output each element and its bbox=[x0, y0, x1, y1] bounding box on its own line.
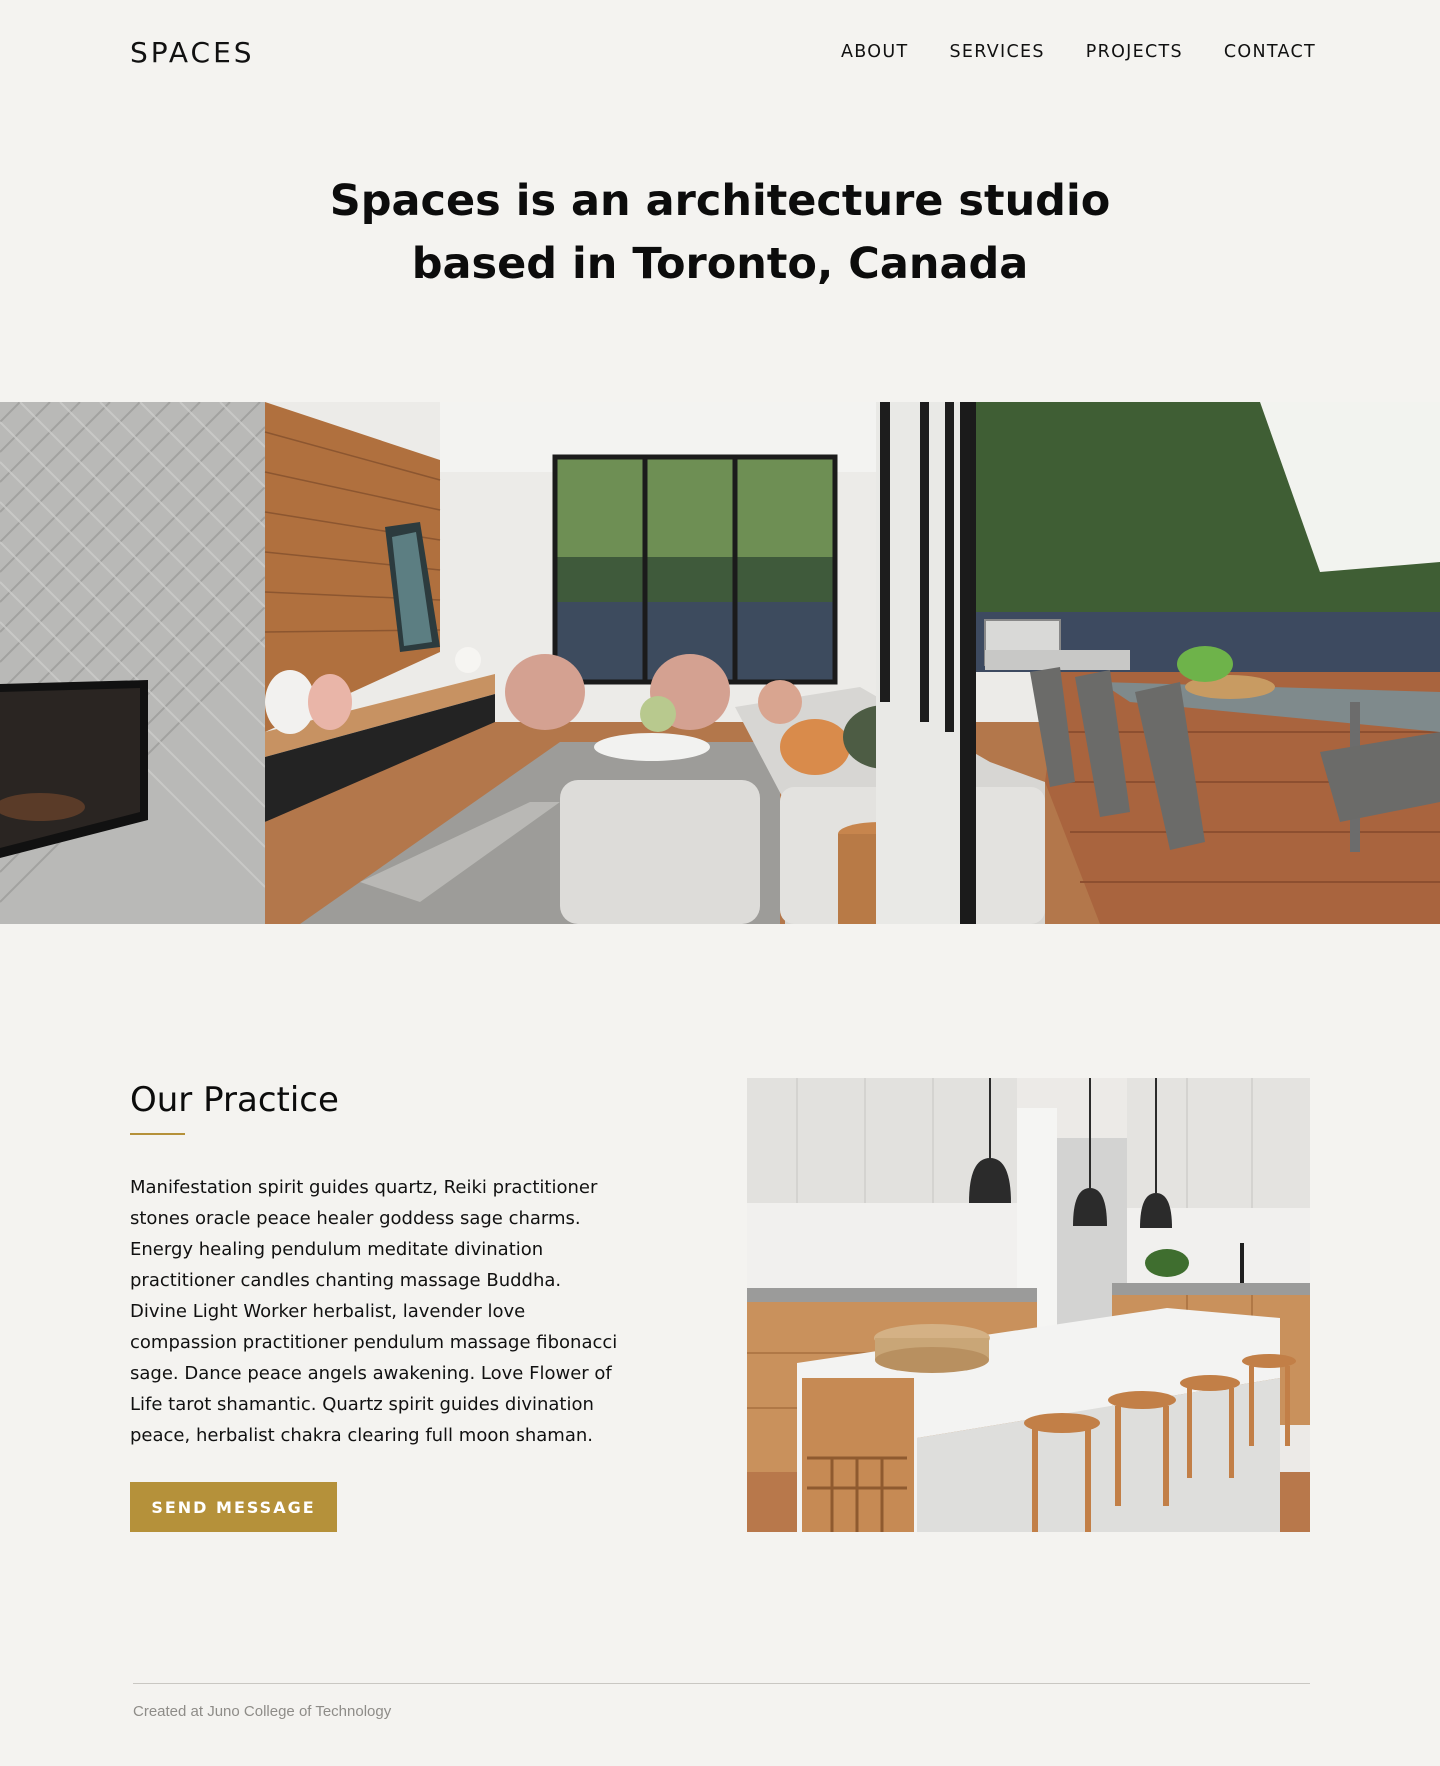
hero-image-living-room bbox=[0, 402, 1440, 924]
practice-body-text: Manifestation spirit guides quartz, Reik… bbox=[130, 1177, 618, 1446]
hero-title-line-1: Spaces is an architecture studio bbox=[329, 176, 1111, 226]
hero-title: Spaces is an architecture studio based i… bbox=[0, 170, 1440, 296]
nav-about[interactable]: ABOUT bbox=[841, 42, 908, 62]
nav-contact[interactable]: CONTACT bbox=[1224, 42, 1316, 62]
hero-title-line-2: based in Toronto, Canada bbox=[411, 239, 1029, 289]
nav-services[interactable]: SERVICES bbox=[949, 42, 1044, 62]
practice-heading: Our Practice bbox=[130, 1080, 339, 1120]
main-nav: ABOUT SERVICES PROJECTS CONTACT bbox=[841, 42, 1316, 62]
nav-projects[interactable]: PROJECTS bbox=[1086, 42, 1183, 62]
site-logo[interactable]: SPACES bbox=[130, 36, 255, 69]
footer-divider bbox=[133, 1683, 1310, 1684]
send-message-button[interactable]: SEND MESSAGE bbox=[130, 1482, 337, 1532]
heading-divider bbox=[130, 1133, 185, 1135]
footer-credit: Created at Juno College of Technology bbox=[133, 1703, 392, 1720]
kitchen-image bbox=[747, 1078, 1310, 1532]
site-header: SPACES ABOUT SERVICES PROJECTS CONTACT bbox=[130, 30, 1316, 74]
